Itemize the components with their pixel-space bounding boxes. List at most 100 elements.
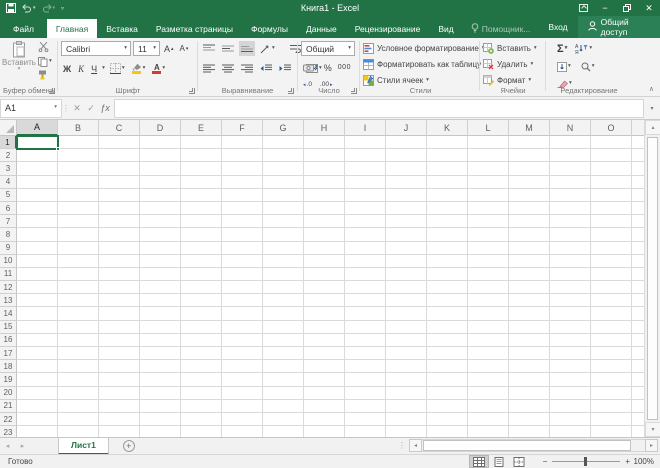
- cell[interactable]: [468, 228, 509, 242]
- cell[interactable]: [140, 201, 181, 216]
- cell[interactable]: [304, 162, 345, 176]
- cell[interactable]: [550, 254, 591, 268]
- cell[interactable]: [222, 426, 263, 437]
- column-header-E[interactable]: E: [181, 120, 222, 136]
- font-size-select[interactable]: 11 ▾: [133, 41, 160, 56]
- cell[interactable]: [304, 426, 345, 437]
- next-sheet-icon[interactable]: ▸: [15, 442, 30, 450]
- cell[interactable]: [222, 201, 263, 216]
- sort-filter-button[interactable]: АЯ ▾: [573, 41, 594, 56]
- cell[interactable]: [468, 188, 509, 202]
- cell[interactable]: [550, 294, 591, 308]
- expand-formula-bar-icon[interactable]: ▾: [644, 105, 660, 112]
- cell[interactable]: [509, 281, 550, 295]
- cell[interactable]: [386, 320, 427, 334]
- cell[interactable]: [468, 149, 509, 163]
- formula-input[interactable]: [114, 98, 644, 118]
- cell[interactable]: [632, 426, 644, 437]
- cell[interactable]: [632, 228, 644, 242]
- redo-caret[interactable]: ▾: [53, 5, 56, 11]
- cell[interactable]: [140, 307, 181, 321]
- cell[interactable]: [632, 267, 644, 282]
- row-header-11[interactable]: 11: [0, 267, 17, 282]
- cell[interactable]: [99, 175, 140, 189]
- cell[interactable]: [99, 399, 140, 413]
- font-color-button[interactable]: А ▾: [150, 61, 167, 76]
- row-header-2[interactable]: 2: [0, 149, 17, 163]
- find-select-button[interactable]: ▾: [579, 59, 597, 74]
- borders-button[interactable]: ▾: [108, 61, 127, 76]
- cell[interactable]: [263, 136, 304, 150]
- cell[interactable]: [58, 307, 99, 321]
- comma-style-button[interactable]: 000: [336, 60, 353, 75]
- cell[interactable]: [591, 162, 632, 176]
- fill-color-button[interactable]: ▾: [130, 61, 148, 76]
- cell[interactable]: [263, 347, 304, 361]
- italic-button[interactable]: К: [76, 61, 86, 76]
- column-header-L[interactable]: L: [468, 120, 509, 136]
- cell[interactable]: [591, 281, 632, 295]
- column-header-K[interactable]: K: [427, 120, 468, 136]
- cell[interactable]: [427, 228, 468, 242]
- cell[interactable]: [427, 426, 468, 437]
- cell[interactable]: [550, 149, 591, 163]
- cell[interactable]: [632, 399, 644, 413]
- increase-indent-button[interactable]: [277, 61, 293, 76]
- cell[interactable]: [468, 399, 509, 413]
- cell[interactable]: [632, 333, 644, 347]
- cell[interactable]: [591, 228, 632, 242]
- align-top-button[interactable]: [201, 41, 217, 56]
- cell[interactable]: [345, 307, 386, 321]
- cell[interactable]: [99, 201, 140, 216]
- cell[interactable]: [140, 215, 181, 229]
- cell[interactable]: [509, 267, 550, 282]
- cell[interactable]: [58, 399, 99, 413]
- column-header-H[interactable]: H: [304, 120, 345, 136]
- cell[interactable]: [181, 267, 222, 282]
- cell[interactable]: [263, 241, 304, 255]
- horizontal-scrollbar-thumb[interactable]: [423, 440, 631, 451]
- cell[interactable]: [591, 386, 632, 400]
- cell[interactable]: [99, 373, 140, 387]
- row-header-7[interactable]: 7: [0, 215, 17, 229]
- cell[interactable]: [222, 347, 263, 361]
- cell[interactable]: [58, 267, 99, 282]
- cell[interactable]: [591, 412, 632, 427]
- save-icon[interactable]: [6, 3, 16, 13]
- cell[interactable]: [140, 399, 181, 413]
- cell[interactable]: [509, 347, 550, 361]
- cell[interactable]: [550, 162, 591, 176]
- cell[interactable]: [181, 188, 222, 202]
- cell[interactable]: [181, 399, 222, 413]
- cell[interactable]: [58, 294, 99, 308]
- cell[interactable]: [550, 201, 591, 216]
- cell[interactable]: [345, 347, 386, 361]
- cell[interactable]: [140, 294, 181, 308]
- row-header-17[interactable]: 17: [0, 347, 17, 361]
- undo-icon[interactable]: ▾: [22, 3, 36, 13]
- cell[interactable]: [427, 136, 468, 150]
- cell[interactable]: [304, 254, 345, 268]
- align-right-button[interactable]: [239, 61, 255, 76]
- cell[interactable]: [58, 426, 99, 437]
- cell[interactable]: [17, 241, 58, 255]
- cell[interactable]: [263, 386, 304, 400]
- cell[interactable]: [386, 136, 427, 150]
- cell[interactable]: [345, 294, 386, 308]
- column-header-D[interactable]: D: [140, 120, 181, 136]
- cell[interactable]: [345, 320, 386, 334]
- cell[interactable]: [58, 360, 99, 374]
- conditional-formatting-button[interactable]: Условное форматирование▾: [363, 41, 487, 56]
- cell[interactable]: [550, 386, 591, 400]
- cell[interactable]: [58, 162, 99, 176]
- cell[interactable]: [468, 412, 509, 427]
- cell[interactable]: [222, 215, 263, 229]
- cell[interactable]: [468, 201, 509, 216]
- cell[interactable]: [222, 254, 263, 268]
- cell[interactable]: [222, 294, 263, 308]
- cell[interactable]: [181, 254, 222, 268]
- cell[interactable]: [140, 175, 181, 189]
- cell[interactable]: [427, 386, 468, 400]
- cell[interactable]: [58, 136, 99, 150]
- cell[interactable]: [591, 426, 632, 437]
